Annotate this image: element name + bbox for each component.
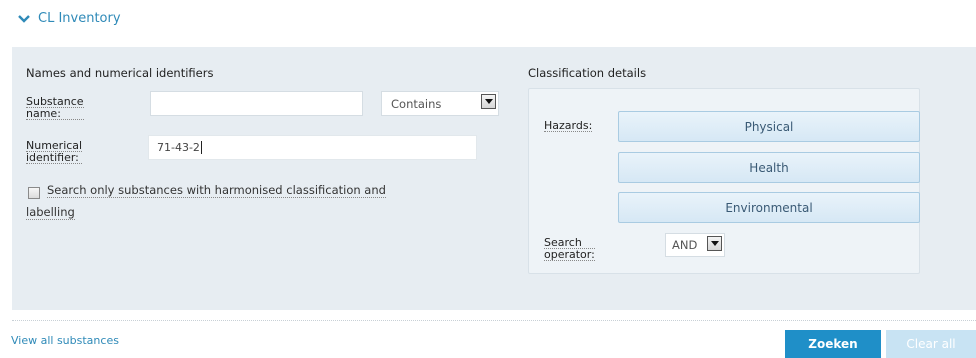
substance-name-label: Substance name: [26,95,84,120]
hazard-health-button[interactable]: Health [618,152,920,183]
hazard-environmental-button[interactable]: Environmental [618,192,920,223]
footer-divider [12,320,976,321]
clear-all-button[interactable]: Clear all [886,330,976,358]
hazards-label: Hazards: [544,119,593,132]
match-mode-select[interactable]: Contains [381,91,499,116]
harmonised-checkbox[interactable] [28,187,40,199]
search-operator-select[interactable]: AND [665,233,725,257]
view-all-substances-link[interactable]: View all substances [11,334,119,347]
harmonised-label-line1[interactable]: Search only substances with harmonised c… [47,180,386,200]
numerical-identifier-label: Numerical identifier: [26,139,83,164]
harmonised-label-line2[interactable]: labelling [26,202,75,222]
search-operator-label: Search operator: [544,236,595,261]
hazard-physical-button[interactable]: Physical [618,111,920,142]
names-heading: Names and numerical identifiers [26,66,214,80]
section-title: CL Inventory [38,11,121,26]
search-button[interactable]: Zoeken [785,330,881,358]
dropdown-arrow-icon[interactable] [707,236,722,251]
chevron-down-icon [18,14,30,23]
substance-name-input[interactable] [150,91,363,116]
section-toggle-cl-inventory[interactable]: CL Inventory [18,11,121,26]
classification-heading: Classification details [528,66,647,80]
numerical-identifier-input[interactable]: 71-43-2 [148,135,477,160]
text-cursor [200,141,202,154]
dropdown-arrow-icon[interactable] [481,94,496,109]
